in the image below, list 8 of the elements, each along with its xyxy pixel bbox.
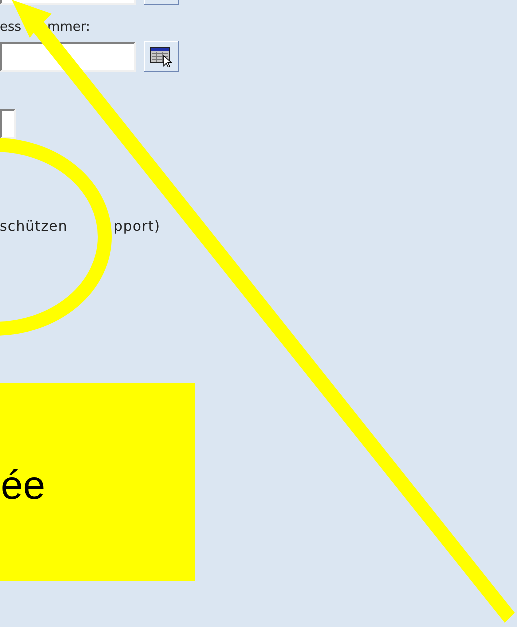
lookup-button[interactable] <box>144 41 179 72</box>
field-label: ess <box>0 20 22 36</box>
note-text: pport) <box>114 219 161 235</box>
field-label: mmer: <box>48 20 90 36</box>
note-text: schützen <box>0 219 68 235</box>
callout-text: ée <box>1 464 46 508</box>
table-icon <box>150 46 174 66</box>
small-field[interactable] <box>0 109 16 139</box>
